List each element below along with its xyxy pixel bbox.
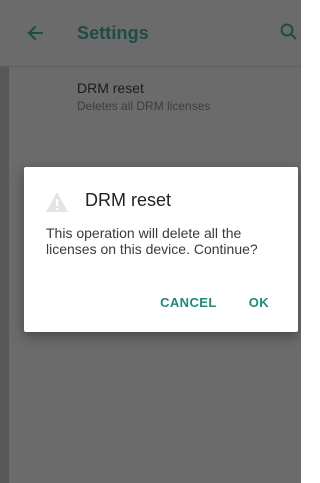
ok-button[interactable]: OK [249, 295, 269, 319]
back-button[interactable] [22, 20, 48, 46]
screen: Settings DRM reset Deletes all DRM licen… [0, 0, 301, 483]
dialog-message: This operation will delete all the licen… [46, 225, 258, 257]
preference-title: DRM reset [77, 80, 144, 96]
alert-dialog: DRM reset This operation will delete all… [24, 167, 298, 332]
search-button[interactable] [279, 20, 301, 46]
arrow-back-icon [27, 25, 43, 41]
dialog-actions: CANCEL OK [160, 295, 298, 319]
warning-icon [46, 192, 68, 212]
app-bar-title: Settings [77, 23, 149, 43]
preference-summary: Deletes all DRM licenses [77, 99, 211, 113]
search-icon [280, 23, 297, 40]
dialog-title: DRM reset [85, 190, 172, 210]
cancel-button[interactable]: CANCEL [160, 295, 217, 319]
app-bar: Settings [0, 0, 301, 67]
preference-item-drm-reset[interactable]: DRM reset Deletes all DRM licenses [0, 66, 301, 130]
